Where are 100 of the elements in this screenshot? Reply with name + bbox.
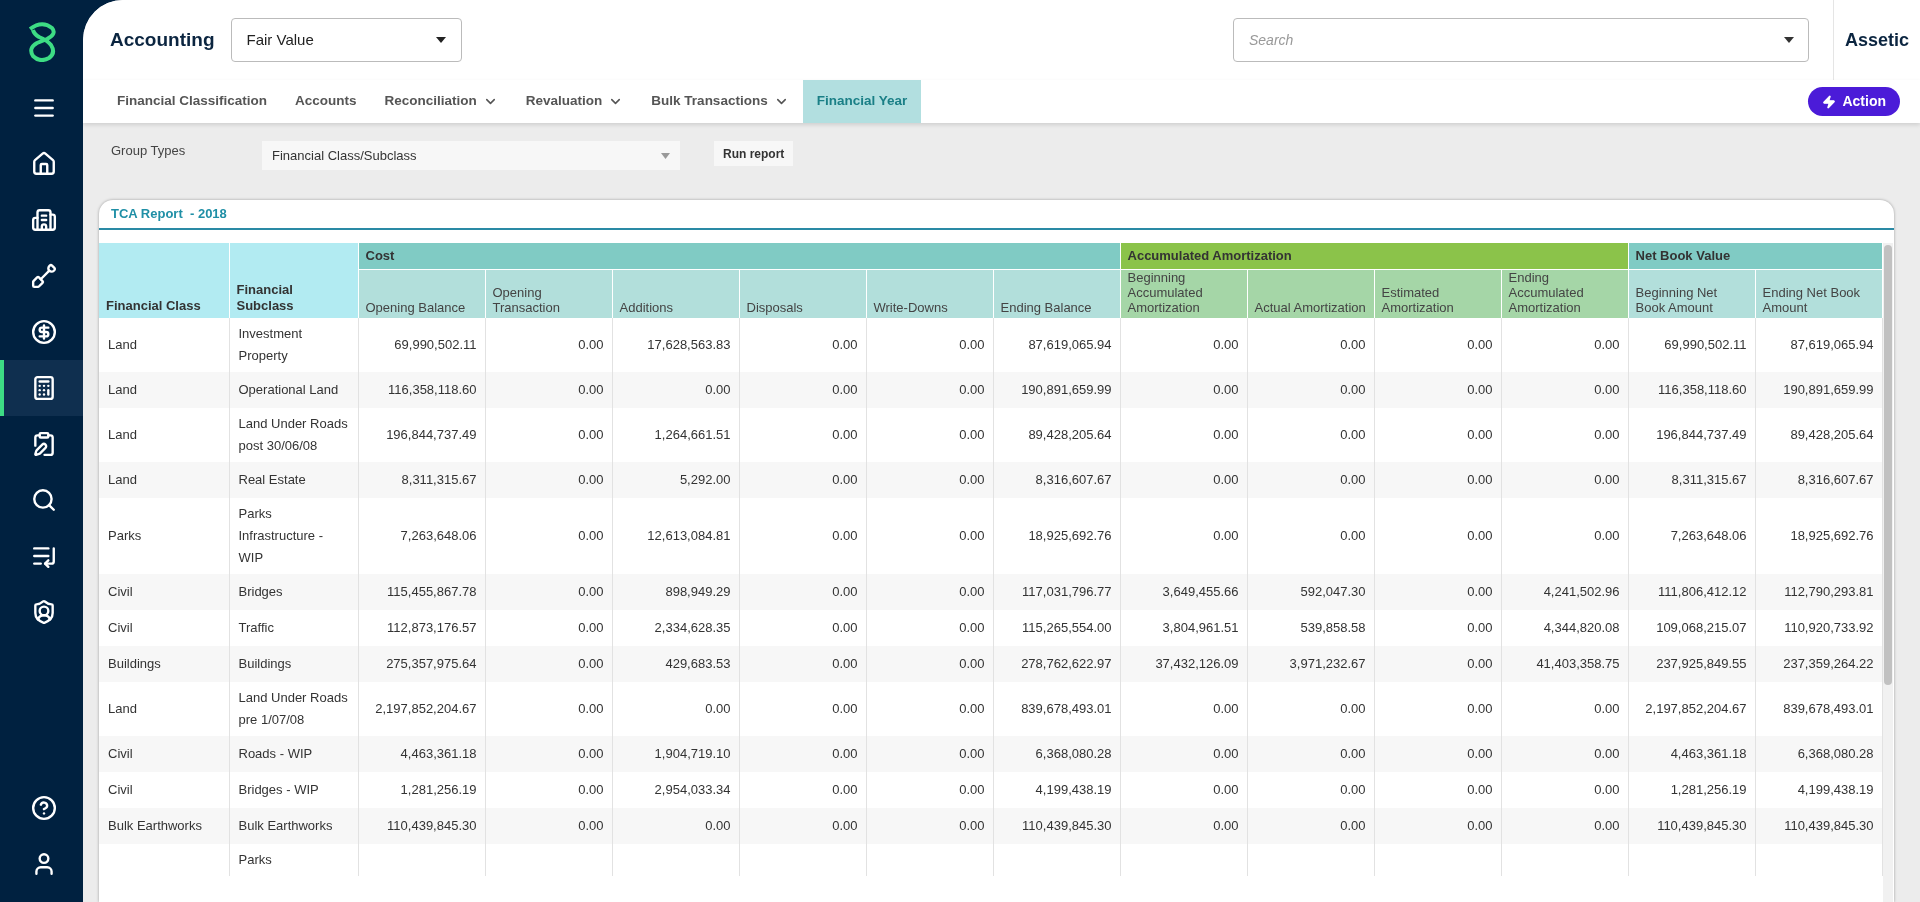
table-cell: 0.00 [1467, 584, 1493, 600]
table-cell: 0.00 [959, 782, 985, 798]
table-cell: 0.00 [1594, 782, 1620, 798]
search-field[interactable]: Search [1233, 18, 1809, 62]
table-cell: 0.00 [578, 528, 604, 544]
table-cell: Bulk Earthworks [238, 818, 333, 833]
table-cell: 0.00 [578, 382, 604, 398]
nav-tab[interactable]: Financial Classification [103, 80, 282, 123]
column-header: Opening Transaction [485, 269, 612, 318]
table-cell: 0.00 [959, 818, 985, 834]
filter-label: Group Types [111, 142, 187, 160]
table-cell: 8,311,315.67 [401, 472, 477, 488]
table-cell: 0.00 [959, 528, 985, 544]
scrollbar-thumb[interactable] [1883, 245, 1892, 685]
column-group-header: Net Book Value [1628, 243, 1883, 269]
table-cell: Buildings [238, 656, 292, 671]
table-cell: 0.00 [959, 382, 985, 398]
sidebar-item[interactable] [0, 360, 83, 416]
table-cell: 3,804,961.51 [1162, 620, 1239, 636]
table-cell: 87,619,065.94 [1028, 337, 1112, 353]
shovel-icon [30, 263, 57, 289]
table-cell: 41,403,358.75 [1536, 656, 1620, 672]
table-cell: Bulk Earthworks [108, 818, 202, 833]
table-cell: 0.00 [832, 746, 858, 762]
home-icon [30, 151, 57, 177]
nav-tab[interactable]: Revaluation [511, 80, 638, 123]
table-cell: Investment Property [238, 326, 303, 363]
table-cell: 0.00 [1340, 782, 1366, 798]
table-cell: 0.00 [578, 472, 604, 488]
nav-tab[interactable]: Reconciliation [370, 80, 512, 123]
column-header: Financial Subclass [229, 243, 358, 318]
table-cell: 592,047.30 [1300, 584, 1366, 600]
action-button[interactable]: Action [1808, 87, 1900, 116]
table-cell: 898,949.29 [665, 584, 731, 600]
table-cell: 1,281,256.19 [400, 782, 477, 798]
table-cell: 0.00 [705, 818, 731, 834]
dollar-coin-icon [30, 319, 57, 345]
table-cell: 237,925,849.55 [1656, 656, 1747, 672]
table-cell: 0.00 [1213, 382, 1239, 398]
table-cell: 0.00 [832, 818, 858, 834]
run-report-button[interactable]: Run report [714, 141, 794, 166]
table-cell: 115,265,554.00 [1022, 620, 1112, 636]
table-cell: 0.00 [1213, 427, 1239, 443]
table-cell: 0.00 [1213, 701, 1239, 717]
column-header: Estimated Amortization [1374, 269, 1501, 318]
table-cell: 2,197,852,204.67 [1645, 701, 1747, 717]
table-cell: 2,197,852,204.67 [375, 701, 477, 717]
table-cell: 190,891,659.99 [1783, 382, 1874, 398]
table-cell: 111,806,412.12 [1658, 584, 1747, 600]
table-cell: 7,263,648.06 [400, 528, 477, 544]
table-cell: 0.00 [1340, 382, 1366, 398]
table-cell: 3,971,232.67 [1289, 656, 1366, 672]
table-cell: 0.00 [1213, 818, 1239, 834]
table-cell: 1,281,256.19 [1670, 782, 1747, 798]
table-cell: 7,263,648.06 [1670, 528, 1747, 544]
table-cell: 0.00 [1340, 746, 1366, 762]
table-cell: 275,357,975.64 [386, 656, 477, 672]
table-cell: 0.00 [578, 584, 604, 600]
table-cell: Traffic [238, 620, 274, 635]
table-cell: 0.00 [959, 656, 985, 672]
group-type-select[interactable]: Financial Class/Subclass [262, 141, 680, 170]
table-cell: 1,904,719.10 [654, 746, 731, 762]
table-cell: Parks [238, 852, 272, 867]
table-cell: 0.00 [1467, 782, 1493, 798]
column-header: Write-Downs [866, 269, 993, 318]
table-cell: 839,678,493.01 [1783, 701, 1874, 717]
table-cell: 0.00 [1594, 337, 1620, 353]
table-cell: 0.00 [1594, 427, 1620, 443]
table-cell: 0.00 [1467, 701, 1493, 717]
table-cell: 0.00 [959, 701, 985, 717]
help-icon [30, 795, 57, 821]
table-cell: 0.00 [1467, 472, 1493, 488]
table-cell: 3,649,455.66 [1162, 584, 1239, 600]
nav-tab[interactable]: Accounts [281, 80, 371, 123]
table-cell: 0.00 [578, 656, 604, 672]
table-cell: 0.00 [959, 427, 985, 443]
table-cell: 0.00 [1213, 746, 1239, 762]
table-cell: 0.00 [578, 620, 604, 636]
table-cell: 278,762,622.97 [1021, 656, 1112, 672]
table-cell: 2,334,628.35 [654, 620, 731, 636]
table-cell: 0.00 [1594, 472, 1620, 488]
table-cell: 196,844,737.49 [386, 427, 477, 443]
table-cell: Bridges [238, 584, 283, 599]
table-cell: Bridges - WIP [238, 782, 319, 797]
table-cell: 0.00 [1467, 337, 1493, 353]
table-cell: 1,264,661.51 [654, 427, 731, 443]
column-header: Beginning Accumulated Amortization [1120, 269, 1247, 318]
table-cell: 0.00 [832, 528, 858, 544]
table-cell: 8,316,607.67 [1035, 472, 1112, 488]
table-cell: 0.00 [578, 701, 604, 717]
table-cell: 839,678,493.01 [1021, 701, 1112, 717]
table-cell: 112,873,176.57 [387, 620, 477, 636]
table-cell: 110,439,845.30 [1784, 818, 1874, 834]
view-select[interactable]: Fair Value [230, 18, 462, 62]
nav-tab[interactable]: Bulk Transactions [637, 80, 803, 123]
table-cell: 4,199,438.19 [1035, 782, 1112, 798]
column-header: Ending Balance [993, 269, 1120, 318]
column-header: Beginning Net Book Amount [1628, 269, 1756, 318]
table-cell: 0.00 [832, 427, 858, 443]
search-icon [30, 487, 57, 513]
